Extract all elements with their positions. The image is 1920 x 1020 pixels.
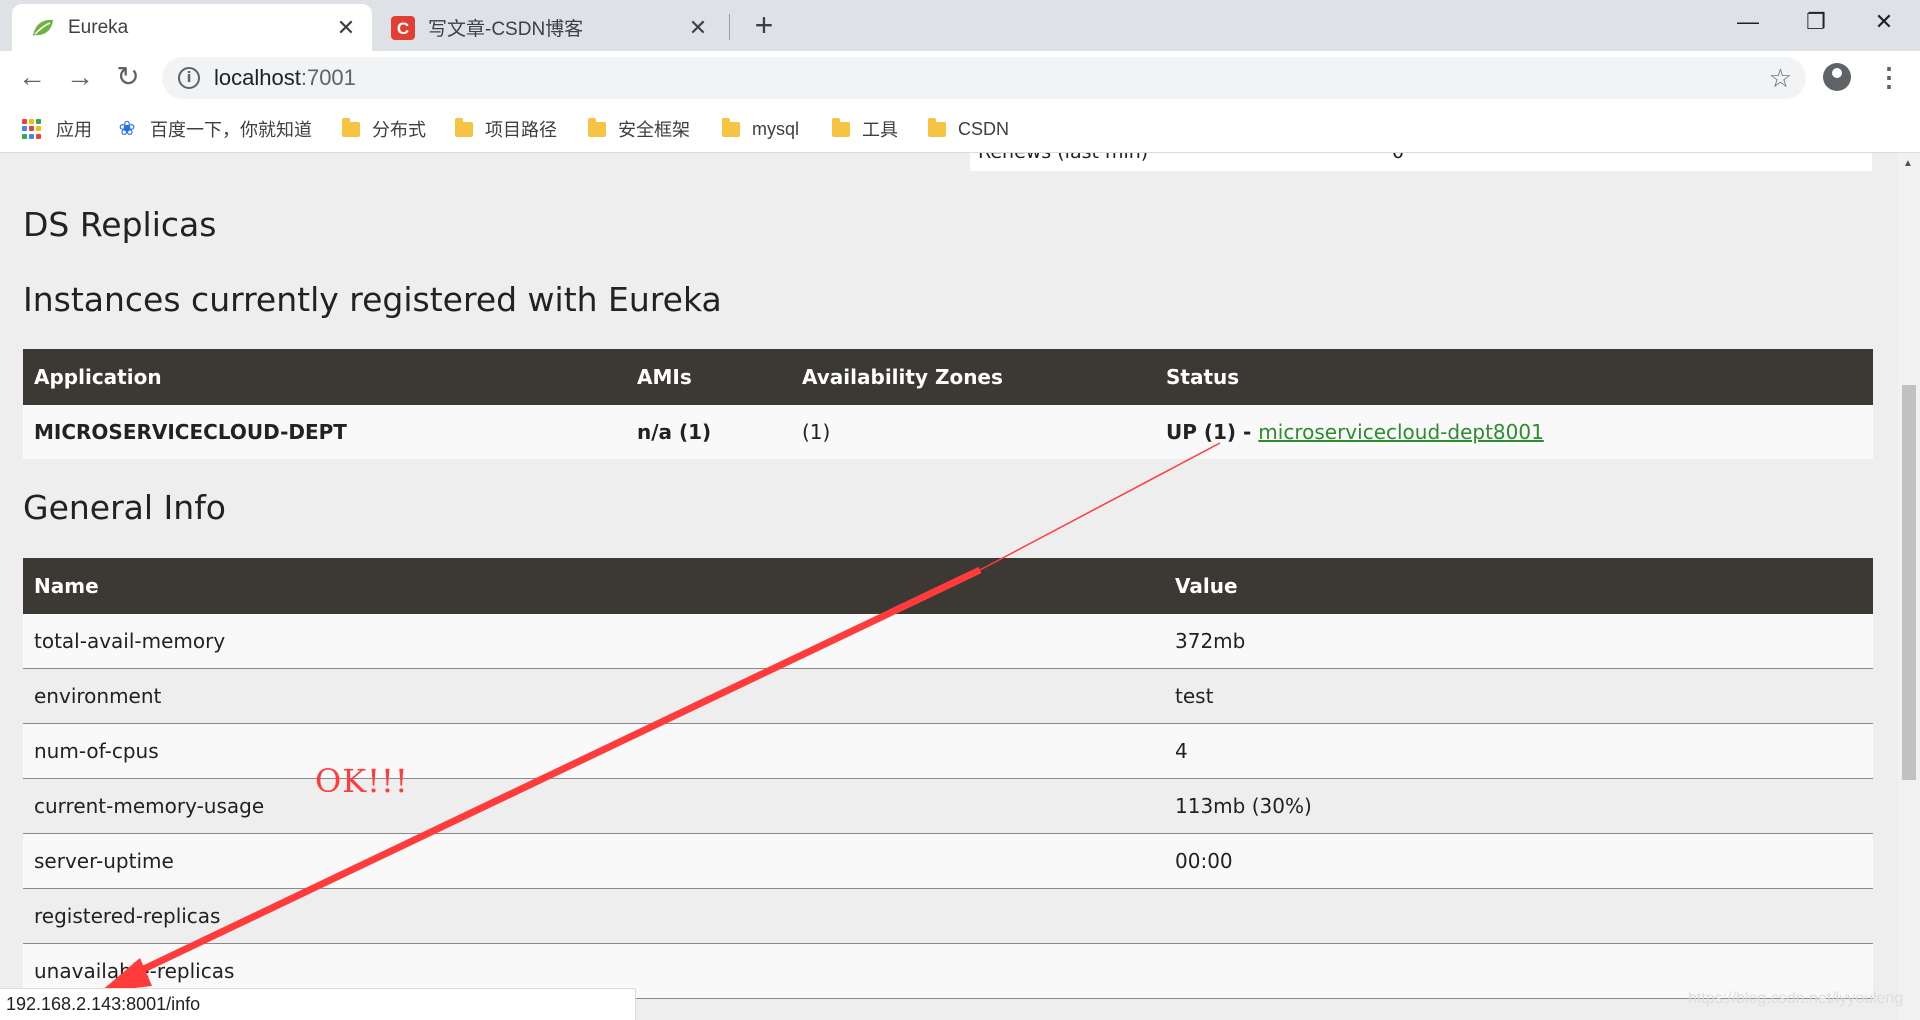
status-bar-url: 192.168.2.143:8001/info [0,988,636,1020]
watermark: https://blog.csdn.net/lyyouleng [1688,990,1904,1007]
annotation-arrow [100,442,1221,992]
annotation-text: OK!!! [315,762,409,800]
